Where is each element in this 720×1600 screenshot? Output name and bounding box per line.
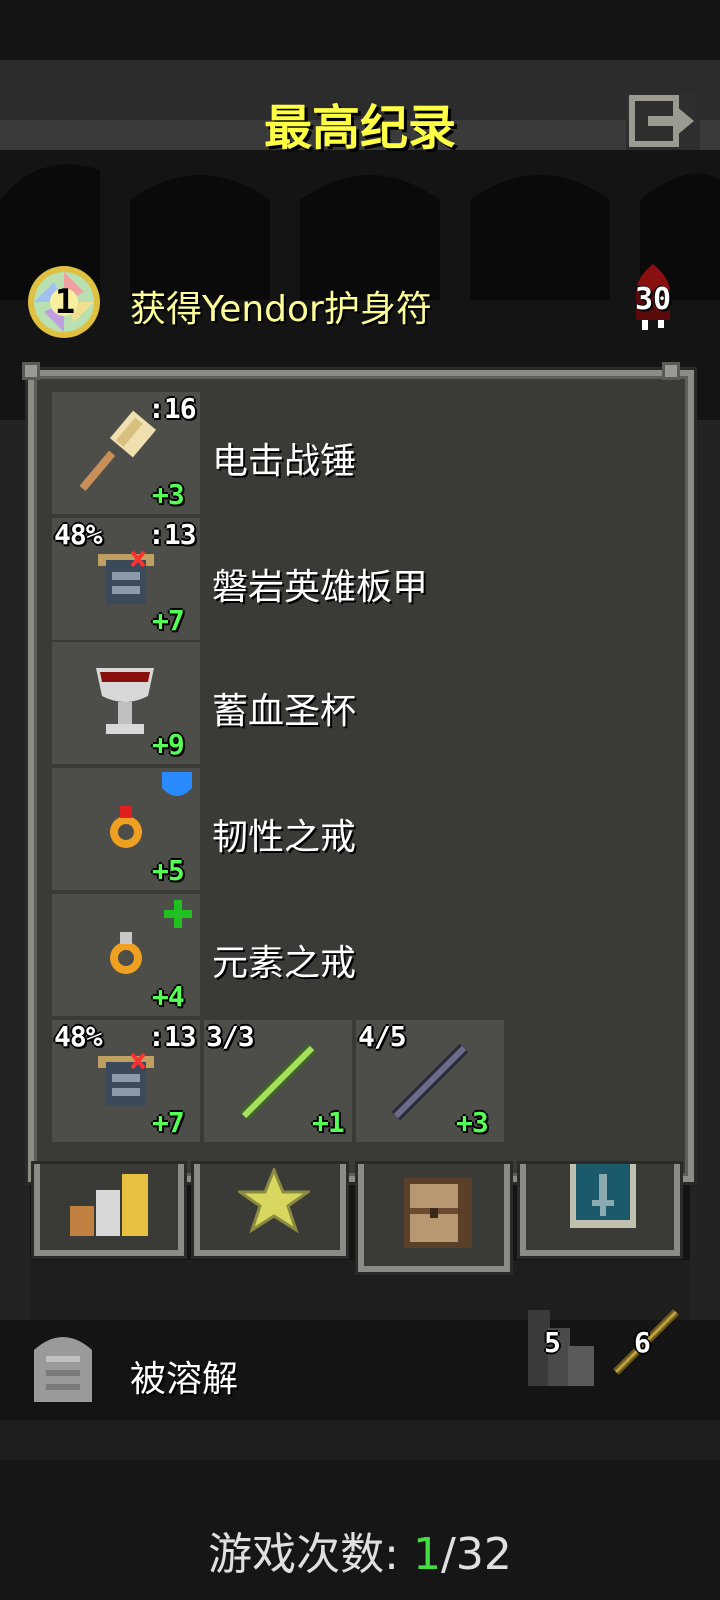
exit-icon[interactable] (626, 92, 700, 150)
games-total: /32 (441, 1529, 512, 1580)
durability-label: 48% (54, 518, 103, 551)
tab-journal[interactable] (520, 1164, 680, 1256)
durability-label: 48% (54, 1020, 103, 1053)
death-cause: 被溶解 (130, 1359, 239, 1400)
games-label: 游戏次数: (208, 1529, 399, 1580)
stats-bars-icon (70, 1174, 148, 1236)
item-name: 蓄血圣杯 (212, 691, 357, 732)
level-badge: +7 (152, 1106, 185, 1139)
tier-label: :13 (148, 1020, 197, 1053)
green-plus-badge-icon (164, 900, 192, 928)
level-badge: +4 (152, 980, 185, 1013)
level-badge: +3 (456, 1106, 489, 1139)
games-played: 游戏次数: 1/32 (0, 1518, 720, 1582)
item-slot-plate-armor[interactable]: 48% :13 +7 (52, 518, 200, 640)
panel-corner (22, 362, 40, 380)
item-name: 电击战锤 (212, 441, 357, 482)
shield-badge-icon (162, 772, 192, 796)
tab-stats[interactable] (34, 1164, 184, 1256)
tab-badges[interactable] (194, 1164, 346, 1256)
level-badge: +3 (152, 478, 185, 511)
plate-armor-icon (98, 550, 154, 604)
item-slot-ring-tenacity[interactable]: +5 (52, 768, 200, 890)
panel-corner (662, 362, 680, 380)
tombstone-icon (34, 1337, 92, 1402)
strength-stairs-icon (528, 1310, 594, 1386)
ring-icon (110, 932, 142, 974)
quickslot-armor[interactable]: 48% :13 +7 (52, 1020, 200, 1142)
level-badge: +1 (312, 1106, 345, 1139)
run-result: 获得Yendor护身符 (130, 289, 432, 330)
journal-sword-icon (570, 1164, 636, 1228)
tier-label: :13 (148, 518, 197, 551)
chalice-icon (96, 668, 154, 734)
item-name: 磐岩英雄板甲 (212, 567, 429, 608)
ring-icon (110, 806, 142, 848)
amulet-count: 1 (54, 282, 76, 322)
tier-label: :16 (148, 392, 197, 425)
stat-value: 5 (544, 1326, 561, 1359)
charges-label: 3/3 (206, 1020, 255, 1053)
games-current: 1 (413, 1529, 441, 1580)
stat-value: 6 (634, 1326, 651, 1359)
level-badge: +5 (152, 854, 185, 887)
backpack-icon (404, 1178, 472, 1248)
item-slot-chalice[interactable]: +9 (52, 642, 200, 764)
depth-value: 30 (634, 282, 672, 317)
quickslot-green-wand[interactable]: 3/3 +1 (204, 1020, 352, 1142)
tab-backpack[interactable] (358, 1164, 510, 1272)
plate-armor-icon (98, 1052, 154, 1106)
badges-star-icon (238, 1168, 310, 1234)
level-badge: +9 (152, 728, 185, 761)
charges-label: 4/5 (358, 1020, 407, 1053)
item-name: 韧性之戒 (212, 817, 357, 858)
item-slot-ring-elements[interactable]: +4 (52, 894, 200, 1016)
item-name: 元素之戒 (212, 943, 357, 984)
page-title: 最高纪录 (263, 100, 456, 156)
level-badge: +7 (152, 604, 185, 637)
quickslot-purple-wand[interactable]: 4/5 +3 (356, 1020, 504, 1142)
item-slot-war-hammer[interactable]: :16 +3 (52, 392, 200, 514)
